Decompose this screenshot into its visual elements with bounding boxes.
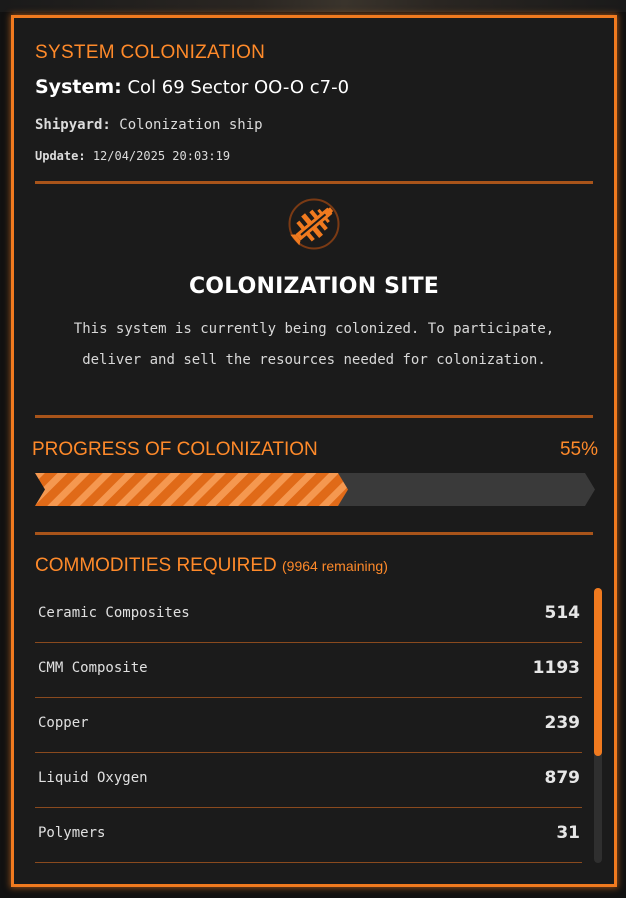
system-line: System: Col 69 Sector OO-O c7-0 — [35, 76, 349, 98]
divider-lower — [35, 532, 593, 535]
commodities-remaining: (9964 remaining) — [282, 558, 388, 574]
site-title: COLONIZATION SITE — [188, 274, 440, 299]
shipyard-value: Colonization ship — [119, 117, 263, 133]
commodity-quantity: 1193 — [532, 658, 580, 678]
commodity-row[interactable]: Ceramic Composites 514 — [35, 588, 582, 643]
section-title: SYSTEM COLONIZATION — [35, 42, 266, 63]
progress-bar — [35, 473, 595, 506]
update-value: 12/04/2025 20:03:19 — [92, 149, 231, 163]
commodities-title-label: COMMODITIES REQUIRED — [35, 555, 277, 576]
divider-middle — [35, 415, 593, 418]
commodities-list[interactable]: Ceramic Composites 514 CMM Composite 1193 Co… — [35, 588, 582, 863]
scrollbar-thumb[interactable] — [594, 588, 602, 756]
commodity-row[interactable]: CMM Composite 1193 — [35, 643, 582, 698]
progress-title: PROGRESS OF COLONIZATION — [32, 439, 318, 460]
update-line: Update: 12/04/2025 20:03:19 — [35, 149, 230, 163]
commodity-name: Polymers — [38, 825, 106, 841]
commodity-row[interactable]: Liquid Oxygen 879 — [35, 753, 582, 808]
commodity-row[interactable]: Polymers 31 — [35, 808, 582, 863]
scrollbar[interactable] — [594, 588, 602, 863]
site-description: This system is currently being colonized… — [73, 321, 555, 368]
divider-top — [35, 181, 593, 184]
commodity-quantity: 879 — [544, 768, 581, 788]
colonization-ship-emblem-icon — [287, 197, 341, 251]
shipyard-line: Shipyard: Colonization ship — [35, 117, 263, 133]
commodity-name: CMM Composite — [38, 660, 148, 676]
commodity-quantity: 31 — [556, 823, 580, 843]
commodity-quantity: 239 — [544, 713, 581, 733]
commodities-title: COMMODITIES REQUIRED (9964 remaining) — [35, 555, 388, 577]
commodity-name: Copper — [38, 715, 89, 731]
progress-percent: 55% — [559, 439, 598, 460]
update-label: Update: — [35, 149, 86, 163]
progress-fill — [35, 473, 338, 506]
commodity-row[interactable]: Copper 239 — [35, 698, 582, 753]
commodity-name: Ceramic Composites — [38, 605, 190, 621]
shipyard-label: Shipyard: — [35, 117, 111, 133]
commodity-name: Liquid Oxygen — [38, 770, 148, 786]
system-label: System: — [35, 76, 122, 98]
top-background-strip — [0, 0, 626, 12]
commodity-quantity: 514 — [544, 603, 581, 623]
colonization-panel: SYSTEM COLONIZATION System: Col 69 Secto… — [11, 15, 617, 887]
system-name: Col 69 Sector OO-O c7-0 — [127, 77, 350, 98]
